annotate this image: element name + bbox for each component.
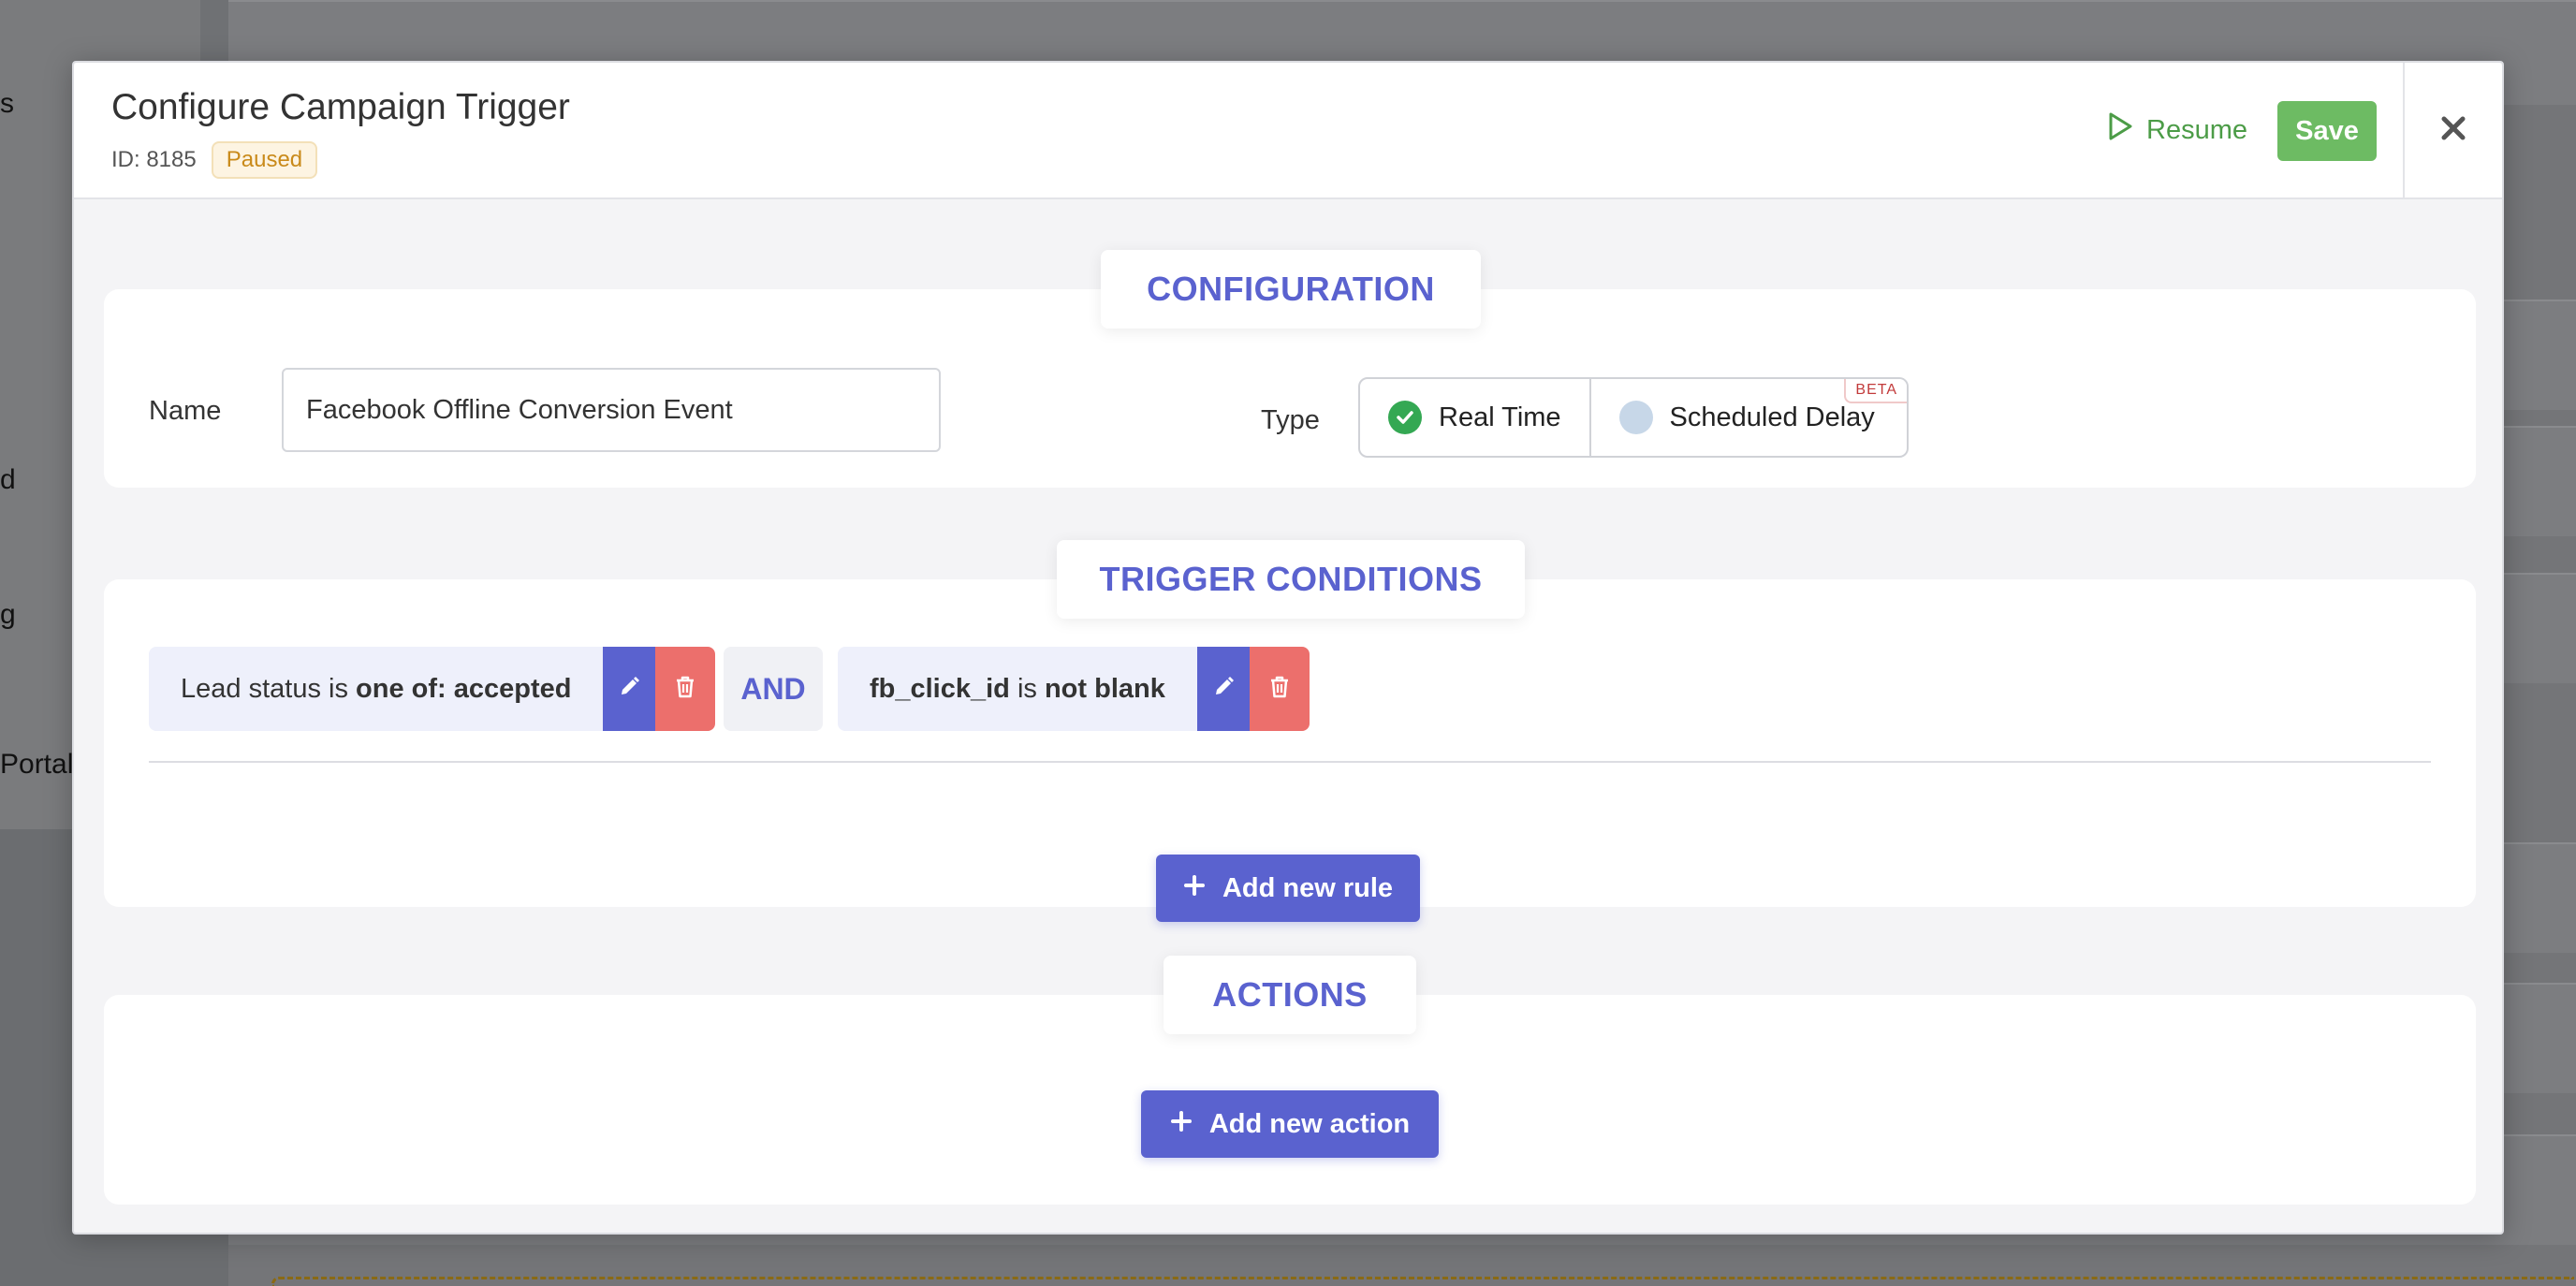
add-rule-label: Add new rule [1222,872,1394,903]
check-circle-icon [1388,401,1422,434]
type-option-label: Scheduled Delay [1669,402,1875,432]
trash-icon [672,674,698,705]
add-action-button[interactable]: Add new action [1141,1090,1439,1158]
radio-circle-icon [1618,401,1653,434]
rule-condition: one of: accepted [356,673,572,704]
modal-header: Configure Campaign Trigger ID: 8185 Paus… [74,63,2502,199]
save-button[interactable]: Save [2277,101,2377,161]
background-sidebar-item: s [0,88,14,119]
and-connector[interactable]: AND [724,647,823,731]
add-action-label: Add new action [1208,1108,1411,1139]
trigger-conditions-panel: Lead status is one of: accepted AND fb_c… [104,579,2476,922]
delete-rule-button[interactable] [1249,647,1310,731]
edit-rule-button[interactable] [603,647,656,731]
trigger-conditions-section-title: TRIGGER CONDITIONS [1057,540,1525,619]
actions-section-title: ACTIONS [1164,956,1416,1034]
type-toggle: Real Time Scheduled Delay BETA [1358,377,1909,458]
plus-icon [1170,1109,1193,1140]
background-dashed-box [271,1277,2574,1286]
name-label: Name [149,396,222,426]
rule-is-text: is [320,673,357,704]
pencil-icon [1210,674,1237,705]
trigger-id: ID: 8185 [111,147,197,172]
rule-chip: fb_click_id is not blank [838,647,1310,731]
plus-icon [1183,873,1206,904]
rules-divider [149,761,2431,763]
trash-icon [1266,674,1293,705]
add-rule-button[interactable]: Add new rule [1156,855,1420,922]
name-input[interactable] [282,368,941,452]
pencil-icon [616,674,642,705]
modal-title: Configure Campaign Trigger [111,87,570,127]
type-option-real-time[interactable]: Real Time [1360,379,1589,456]
resume-label: Resume [2146,114,2247,145]
play-icon [2107,111,2133,149]
rule-text[interactable]: fb_click_id is not blank [838,647,1197,731]
type-option-label: Real Time [1439,402,1561,432]
configuration-section-title: CONFIGURATION [1101,250,1481,329]
close-button[interactable] [2433,110,2474,151]
modal-meta: ID: 8185 Paused [111,141,318,179]
rule-field: fb_click_id [870,673,1010,704]
rule-condition: not blank [1044,673,1165,704]
rule-text[interactable]: Lead status is one of: accepted [149,647,604,731]
resume-button[interactable]: Resume [2107,111,2247,149]
rule-chip: Lead status is one of: accepted [149,647,716,731]
background-sidebar-item: g [0,599,16,630]
background-sidebar-item: d [0,464,16,495]
delete-rule-button[interactable] [655,647,716,731]
background-sidebar-item: Portal [0,749,74,780]
rule-is-text: is [1009,673,1045,704]
beta-tag: BETA [1844,379,1907,403]
close-icon [2440,115,2466,146]
configure-trigger-modal: Configure Campaign Trigger ID: 8185 Paus… [72,61,2504,1235]
type-label: Type [1261,405,1320,435]
edit-rule-button[interactable] [1196,647,1250,731]
status-badge: Paused [211,141,318,179]
header-divider [2403,63,2405,199]
rule-field: Lead status [181,673,321,704]
type-option-scheduled-delay[interactable]: Scheduled Delay BETA [1588,379,1907,456]
